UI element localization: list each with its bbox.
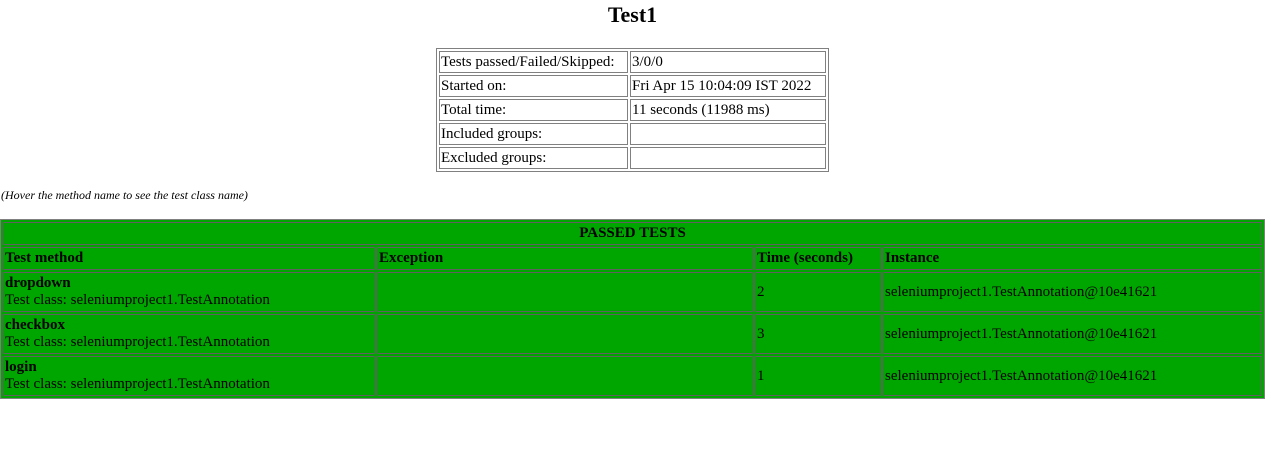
table-row: dropdown Test class: seleniumproject1.Te… (3, 272, 1262, 312)
instance-cell: seleniumproject1.TestAnnotation@10e41621 (883, 356, 1262, 396)
summary-label: Started on: (439, 75, 628, 97)
test-class: Test class: seleniumproject1.TestAnnotat… (5, 334, 270, 350)
test-class: Test class: seleniumproject1.TestAnnotat… (5, 292, 270, 308)
time-cell: 2 (755, 272, 881, 312)
table-row: login Test class: seleniumproject1.TestA… (3, 356, 1262, 396)
instance-cell: seleniumproject1.TestAnnotation@10e41621 (883, 314, 1262, 354)
summary-row-tests: Tests passed/Failed/Skipped: 3/0/0 (439, 51, 826, 73)
column-header-instance: Instance (883, 247, 1262, 270)
exception-cell (377, 356, 753, 396)
method-cell[interactable]: login Test class: seleniumproject1.TestA… (3, 356, 375, 396)
method-name[interactable]: checkbox (5, 317, 373, 334)
exception-cell (377, 272, 753, 312)
summary-label: Tests passed/Failed/Skipped: (439, 51, 628, 73)
summary-value: 3/0/0 (630, 51, 826, 73)
method-name[interactable]: login (5, 359, 373, 376)
time-cell: 1 (755, 356, 881, 396)
summary-value (630, 147, 826, 169)
summary-value: Fri Apr 15 10:04:09 IST 2022 (630, 75, 826, 97)
column-header-time: Time (seconds) (755, 247, 881, 270)
method-cell[interactable]: dropdown Test class: seleniumproject1.Te… (3, 272, 375, 312)
passed-tests-table: PASSED TESTS Test method Exception Time … (0, 219, 1265, 399)
summary-row-excluded-groups: Excluded groups: (439, 147, 826, 169)
summary-label: Total time: (439, 99, 628, 121)
summary-row-total-time: Total time: 11 seconds (11988 ms) (439, 99, 826, 121)
column-header-exception: Exception (377, 247, 753, 270)
hover-hint: (Hover the method name to see the test c… (1, 188, 248, 202)
instance-cell: seleniumproject1.TestAnnotation@10e41621 (883, 272, 1262, 312)
time-cell: 3 (755, 314, 881, 354)
method-cell[interactable]: checkbox Test class: seleniumproject1.Te… (3, 314, 375, 354)
summary-value (630, 123, 826, 145)
summary-label: Excluded groups: (439, 147, 628, 169)
summary-table: Tests passed/Failed/Skipped: 3/0/0 Start… (436, 48, 829, 172)
column-header-test-method: Test method (3, 247, 375, 270)
page-title: Test1 (607, 2, 658, 27)
summary-row-included-groups: Included groups: (439, 123, 826, 145)
summary-label: Included groups: (439, 123, 628, 145)
exception-cell (377, 314, 753, 354)
summary-value: 11 seconds (11988 ms) (630, 99, 826, 121)
test-class: Test class: seleniumproject1.TestAnnotat… (5, 376, 270, 392)
column-header-row: Test method Exception Time (seconds) Ins… (3, 247, 1262, 270)
method-name[interactable]: dropdown (5, 275, 373, 292)
section-title: PASSED TESTS (3, 222, 1262, 245)
table-row: checkbox Test class: seleniumproject1.Te… (3, 314, 1262, 354)
summary-row-started: Started on: Fri Apr 15 10:04:09 IST 2022 (439, 75, 826, 97)
